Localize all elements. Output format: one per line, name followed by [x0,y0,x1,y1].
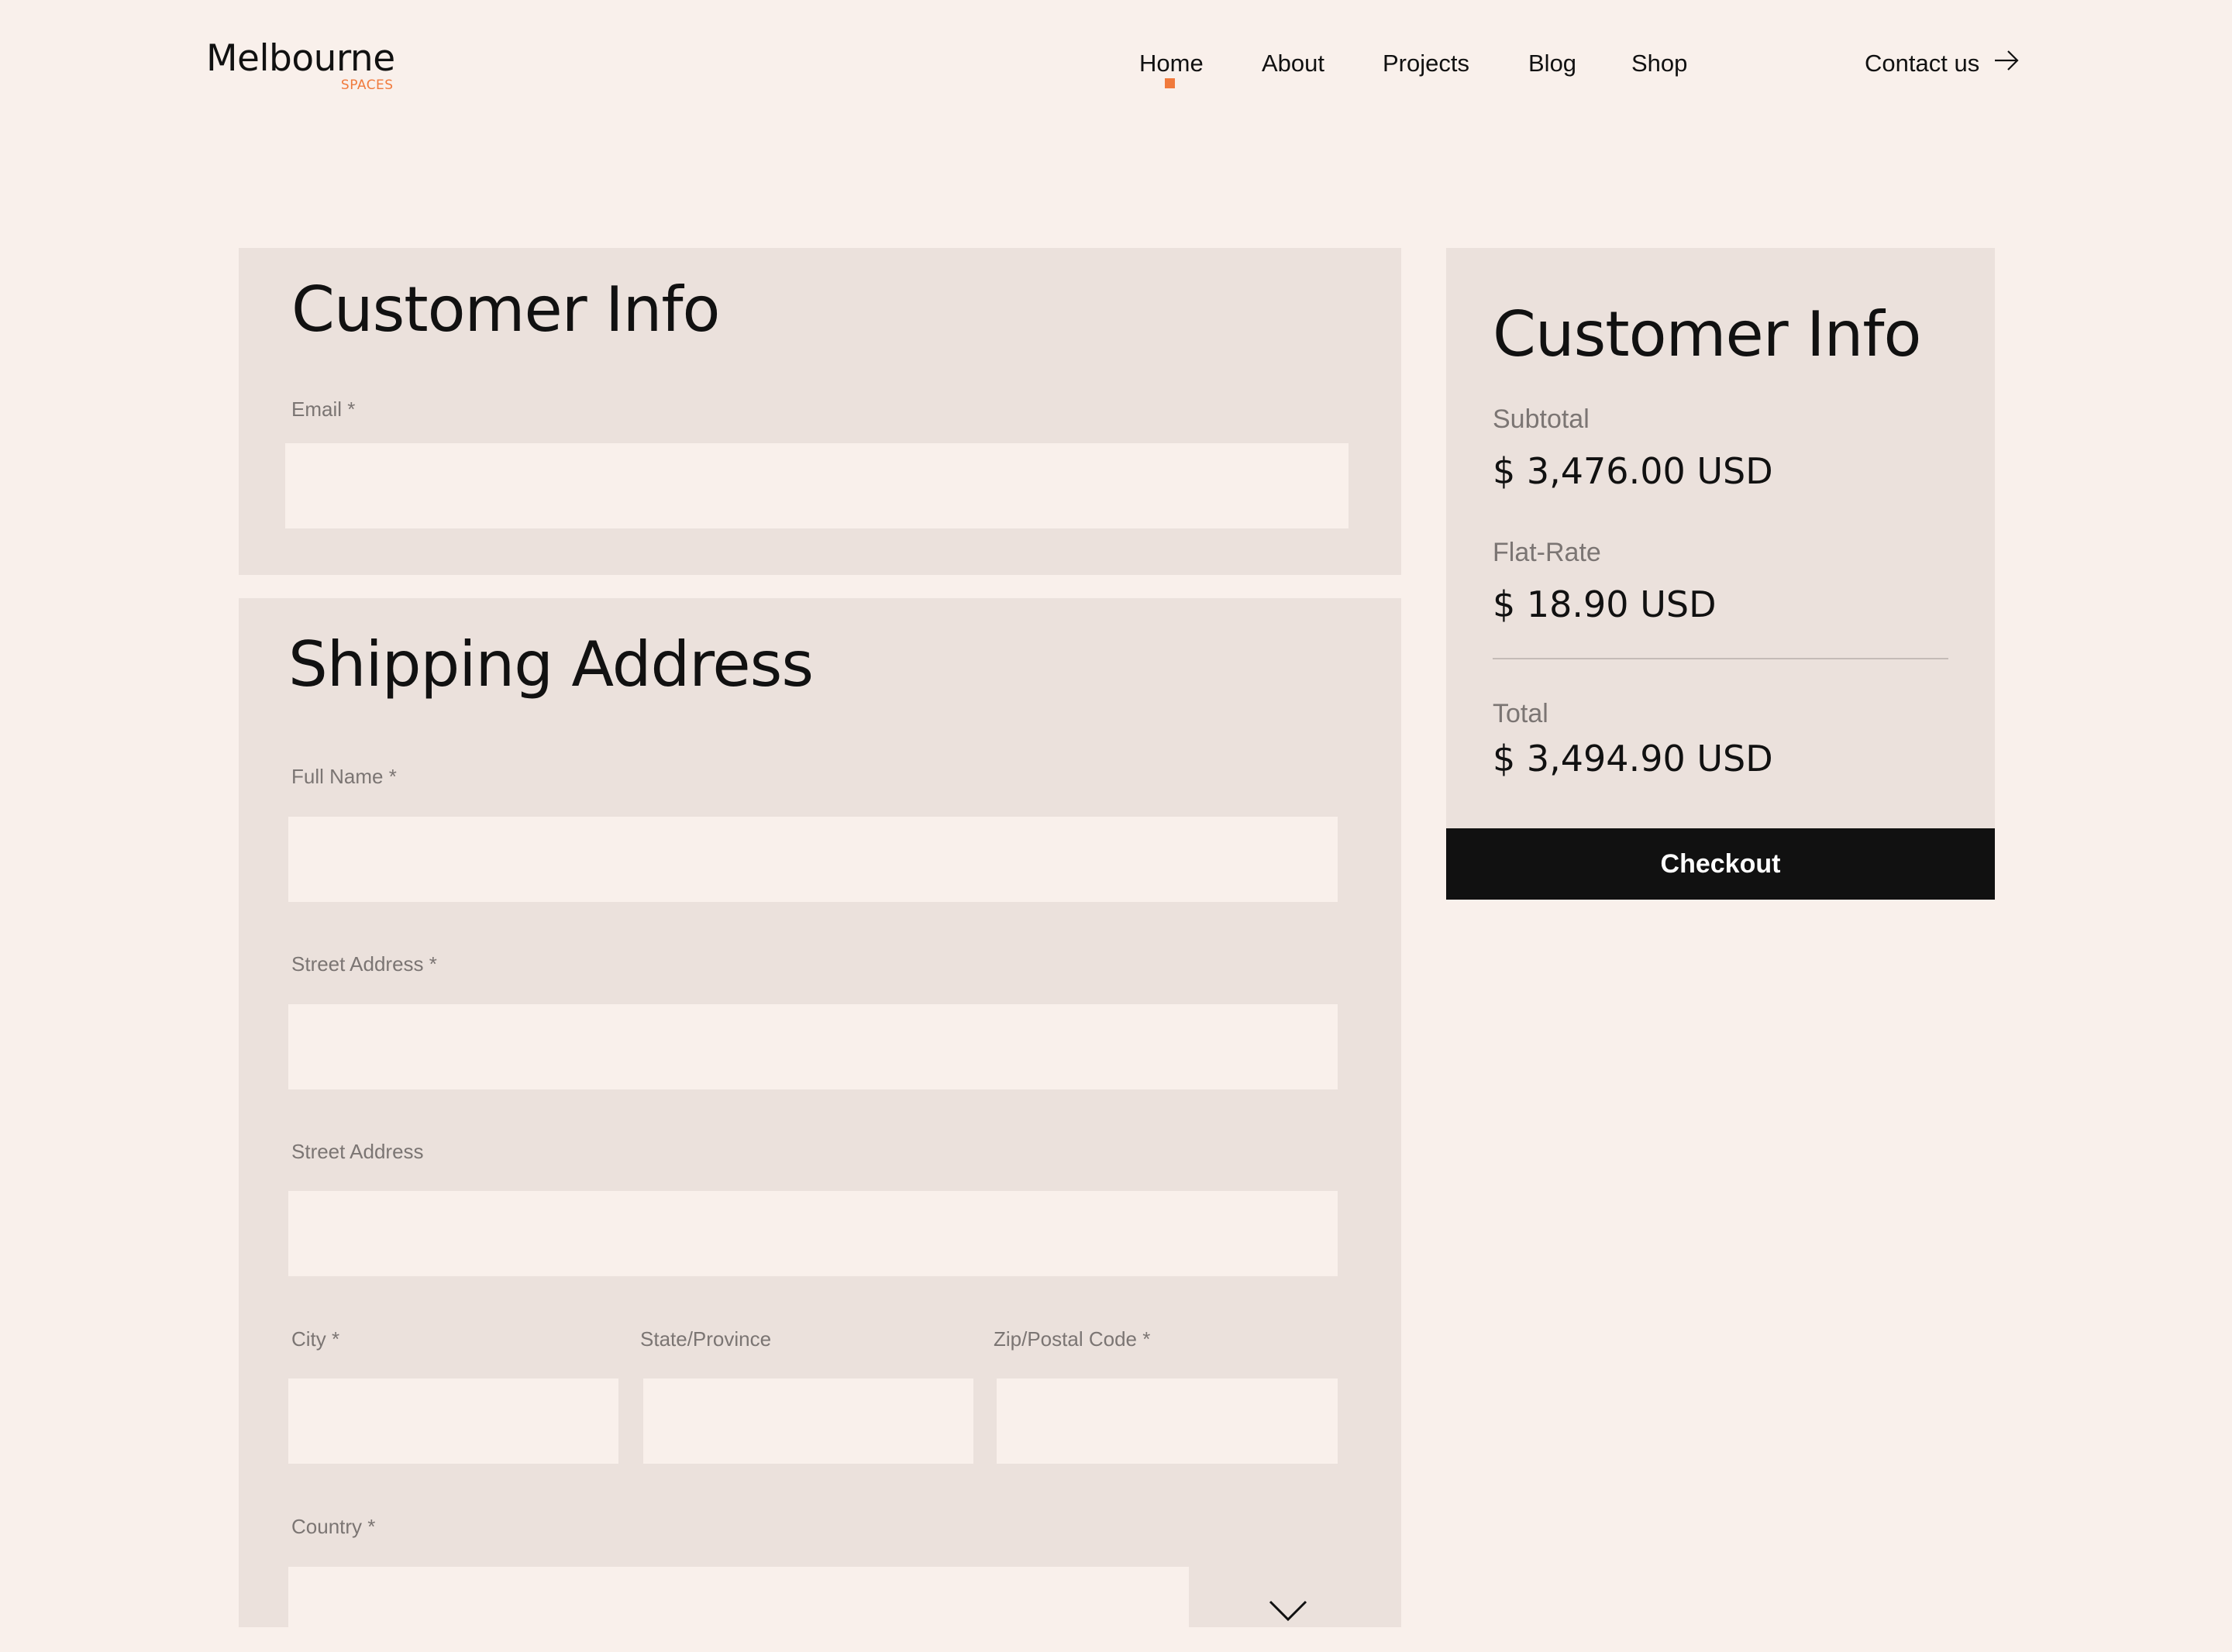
nav-about[interactable]: About [1262,48,1324,79]
arrow-right-icon [1993,48,2020,79]
full-name-label: Full Name * [291,765,397,788]
chevron-down-icon[interactable] [1268,1599,1308,1623]
checkout-button[interactable]: Checkout [1446,828,1995,900]
customer-info-panel: Customer Info Email * [239,248,1401,575]
street-address-label: Street Address * [291,952,437,976]
nav-blog[interactable]: Blog [1528,48,1576,79]
street-address-2-label: Street Address [291,1140,424,1163]
shipping-address-panel: Shipping Address Full Name * Street Addr… [239,598,1401,1652]
city-label: City * [291,1327,340,1351]
summary-divider [1493,658,1948,659]
contact-us-label: Contact us [1865,50,1980,77]
contact-us-link[interactable]: Contact us [1865,48,2020,79]
total-value: $ 3,494.90 USD [1493,738,1773,780]
brand-tagline: SPACES [340,77,394,93]
city-field[interactable] [288,1378,618,1464]
zip-code-label: Zip/Postal Code * [994,1327,1151,1351]
brand-name: Melbourne [206,37,395,80]
nav-projects[interactable]: Projects [1383,48,1469,79]
state-province-label: State/Province [640,1327,772,1351]
summary-title: Customer Info [1493,298,1921,370]
flat-rate-label: Flat-Rate [1493,538,1601,567]
street-address-2-field[interactable] [288,1191,1338,1276]
zip-code-field[interactable] [997,1378,1338,1464]
country-select[interactable] [288,1567,1189,1652]
subtotal-label: Subtotal [1493,404,1590,434]
email-label: Email * [291,398,356,421]
subtotal-value: $ 3,476.00 USD [1493,450,1773,492]
total-label: Total [1493,699,1548,728]
full-name-field[interactable] [288,817,1338,902]
street-address-field[interactable] [288,1004,1338,1089]
country-label: Country * [291,1515,376,1538]
brand-logo[interactable]: Melbourne SPACES [206,37,395,93]
nav-shop[interactable]: Shop [1631,48,1687,79]
active-nav-indicator [1165,78,1175,88]
customer-info-title: Customer Info [291,274,720,346]
email-field[interactable] [285,443,1348,528]
nav-home[interactable]: Home [1139,48,1204,79]
shipping-address-title: Shipping Address [288,628,814,700]
flat-rate-value: $ 18.90 USD [1493,583,1717,625]
state-province-field[interactable] [643,1378,973,1464]
